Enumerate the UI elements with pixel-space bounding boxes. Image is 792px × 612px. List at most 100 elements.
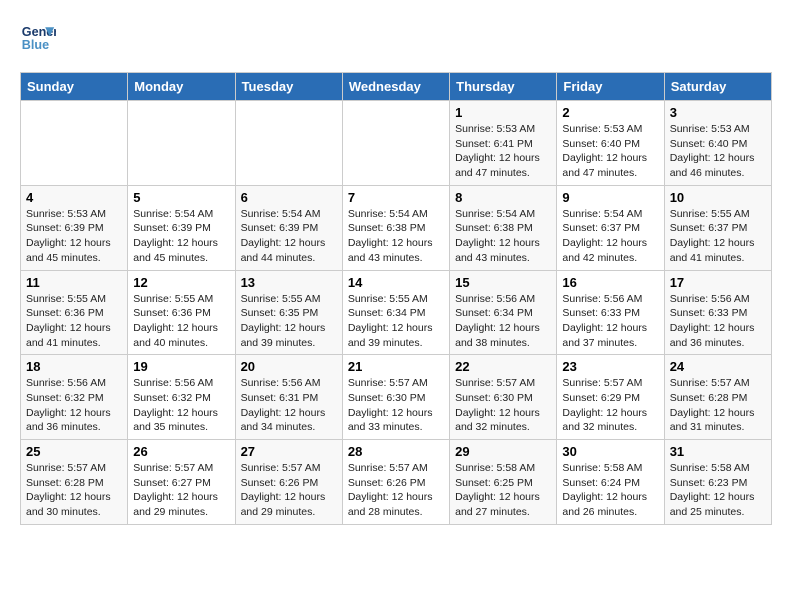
- day-info: Sunrise: 5:56 AM Sunset: 6:33 PM Dayligh…: [670, 292, 766, 351]
- day-number: 25: [26, 444, 122, 459]
- day-number: 6: [241, 190, 337, 205]
- day-info: Sunrise: 5:57 AM Sunset: 6:30 PM Dayligh…: [455, 376, 551, 435]
- calendar-cell: 13 Sunrise: 5:55 AM Sunset: 6:35 PM Dayli…: [235, 270, 342, 355]
- day-number: 27: [241, 444, 337, 459]
- calendar-cell: 7Sunrise: 5:54 AM Sunset: 6:38 PM Daylig…: [342, 185, 449, 270]
- calendar-cell: 5 Sunrise: 5:54 AM Sunset: 6:39 PM Daylig…: [128, 185, 235, 270]
- day-info: Sunrise: 5:55 AM Sunset: 6:36 PM Dayligh…: [26, 292, 122, 351]
- calendar-cell: 20Sunrise: 5:56 AM Sunset: 6:31 PM Dayli…: [235, 355, 342, 440]
- day-number: 22: [455, 359, 551, 374]
- day-number: 12: [133, 275, 229, 290]
- col-header-friday: Friday: [557, 73, 664, 101]
- day-number: 3: [670, 105, 766, 120]
- day-info: Sunrise: 5:57 AM Sunset: 6:28 PM Dayligh…: [26, 461, 122, 520]
- calendar-cell: 30 Sunrise: 5:58 AM Sunset: 6:24 PM Dayli…: [557, 440, 664, 525]
- page: General Blue SundayMondayTuesdayWednesda…: [0, 0, 792, 535]
- week-row-2: 11 Sunrise: 5:55 AM Sunset: 6:36 PM Dayli…: [21, 270, 772, 355]
- day-number: 16: [562, 275, 658, 290]
- calendar-cell: 25 Sunrise: 5:57 AM Sunset: 6:28 PM Dayli…: [21, 440, 128, 525]
- day-number: 7: [348, 190, 444, 205]
- header: General Blue: [20, 20, 772, 56]
- day-number: 10: [670, 190, 766, 205]
- week-row-1: 4Sunrise: 5:53 AM Sunset: 6:39 PM Daylig…: [21, 185, 772, 270]
- day-number: 13: [241, 275, 337, 290]
- day-info: Sunrise: 5:57 AM Sunset: 6:30 PM Dayligh…: [348, 376, 444, 435]
- day-number: 8: [455, 190, 551, 205]
- day-info: Sunrise: 5:57 AM Sunset: 6:26 PM Dayligh…: [241, 461, 337, 520]
- calendar-cell: 24 Sunrise: 5:57 AM Sunset: 6:28 PM Dayli…: [664, 355, 771, 440]
- calendar-cell: 6 Sunrise: 5:54 AM Sunset: 6:39 PM Daylig…: [235, 185, 342, 270]
- day-info: Sunrise: 5:56 AM Sunset: 6:32 PM Dayligh…: [133, 376, 229, 435]
- day-info: Sunrise: 5:58 AM Sunset: 6:24 PM Dayligh…: [562, 461, 658, 520]
- calendar-cell: 18 Sunrise: 5:56 AM Sunset: 6:32 PM Dayli…: [21, 355, 128, 440]
- calendar-cell: 28 Sunrise: 5:57 AM Sunset: 6:26 PM Dayli…: [342, 440, 449, 525]
- day-number: 28: [348, 444, 444, 459]
- calendar-cell: 26 Sunrise: 5:57 AM Sunset: 6:27 PM Dayli…: [128, 440, 235, 525]
- calendar-table: SundayMondayTuesdayWednesdayThursdayFrid…: [20, 72, 772, 525]
- day-info: Sunrise: 5:56 AM Sunset: 6:32 PM Dayligh…: [26, 376, 122, 435]
- day-number: 30: [562, 444, 658, 459]
- calendar-cell: 12 Sunrise: 5:55 AM Sunset: 6:36 PM Dayli…: [128, 270, 235, 355]
- day-number: 18: [26, 359, 122, 374]
- day-number: 11: [26, 275, 122, 290]
- day-info: Sunrise: 5:53 AM Sunset: 6:41 PM Dayligh…: [455, 122, 551, 181]
- calendar-cell: 29 Sunrise: 5:58 AM Sunset: 6:25 PM Dayli…: [450, 440, 557, 525]
- col-header-wednesday: Wednesday: [342, 73, 449, 101]
- calendar-cell: [21, 101, 128, 186]
- day-number: 14: [348, 275, 444, 290]
- day-info: Sunrise: 5:53 AM Sunset: 6:40 PM Dayligh…: [670, 122, 766, 181]
- day-number: 9: [562, 190, 658, 205]
- calendar-cell: 4Sunrise: 5:53 AM Sunset: 6:39 PM Daylig…: [21, 185, 128, 270]
- calendar-cell: [128, 101, 235, 186]
- day-number: 24: [670, 359, 766, 374]
- calendar-cell: 14 Sunrise: 5:55 AM Sunset: 6:34 PM Dayli…: [342, 270, 449, 355]
- col-header-tuesday: Tuesday: [235, 73, 342, 101]
- week-row-3: 18 Sunrise: 5:56 AM Sunset: 6:32 PM Dayli…: [21, 355, 772, 440]
- day-number: 29: [455, 444, 551, 459]
- day-info: Sunrise: 5:55 AM Sunset: 6:34 PM Dayligh…: [348, 292, 444, 351]
- day-number: 15: [455, 275, 551, 290]
- week-row-4: 25 Sunrise: 5:57 AM Sunset: 6:28 PM Dayli…: [21, 440, 772, 525]
- calendar-cell: [342, 101, 449, 186]
- day-info: Sunrise: 5:56 AM Sunset: 6:33 PM Dayligh…: [562, 292, 658, 351]
- col-header-thursday: Thursday: [450, 73, 557, 101]
- calendar-cell: 16 Sunrise: 5:56 AM Sunset: 6:33 PM Dayli…: [557, 270, 664, 355]
- logo: General Blue: [20, 20, 62, 56]
- day-number: 17: [670, 275, 766, 290]
- day-info: Sunrise: 5:53 AM Sunset: 6:39 PM Dayligh…: [26, 207, 122, 266]
- day-number: 26: [133, 444, 229, 459]
- day-info: Sunrise: 5:54 AM Sunset: 6:39 PM Dayligh…: [241, 207, 337, 266]
- day-number: 21: [348, 359, 444, 374]
- day-info: Sunrise: 5:57 AM Sunset: 6:27 PM Dayligh…: [133, 461, 229, 520]
- calendar-cell: 17 Sunrise: 5:56 AM Sunset: 6:33 PM Dayli…: [664, 270, 771, 355]
- col-header-sunday: Sunday: [21, 73, 128, 101]
- day-info: Sunrise: 5:54 AM Sunset: 6:38 PM Dayligh…: [455, 207, 551, 266]
- day-number: 5: [133, 190, 229, 205]
- logo-icon: General Blue: [20, 20, 56, 56]
- day-info: Sunrise: 5:55 AM Sunset: 6:35 PM Dayligh…: [241, 292, 337, 351]
- calendar-cell: 15Sunrise: 5:56 AM Sunset: 6:34 PM Dayli…: [450, 270, 557, 355]
- calendar-cell: 1 Sunrise: 5:53 AM Sunset: 6:41 PM Daylig…: [450, 101, 557, 186]
- svg-text:Blue: Blue: [22, 38, 49, 52]
- day-info: Sunrise: 5:57 AM Sunset: 6:29 PM Dayligh…: [562, 376, 658, 435]
- day-number: 19: [133, 359, 229, 374]
- calendar-cell: 21 Sunrise: 5:57 AM Sunset: 6:30 PM Dayli…: [342, 355, 449, 440]
- calendar-cell: 11 Sunrise: 5:55 AM Sunset: 6:36 PM Dayli…: [21, 270, 128, 355]
- day-info: Sunrise: 5:54 AM Sunset: 6:37 PM Dayligh…: [562, 207, 658, 266]
- calendar-cell: 23Sunrise: 5:57 AM Sunset: 6:29 PM Dayli…: [557, 355, 664, 440]
- calendar-cell: 10 Sunrise: 5:55 AM Sunset: 6:37 PM Dayli…: [664, 185, 771, 270]
- day-info: Sunrise: 5:57 AM Sunset: 6:28 PM Dayligh…: [670, 376, 766, 435]
- col-header-saturday: Saturday: [664, 73, 771, 101]
- day-info: Sunrise: 5:58 AM Sunset: 6:25 PM Dayligh…: [455, 461, 551, 520]
- col-header-monday: Monday: [128, 73, 235, 101]
- week-row-0: 1 Sunrise: 5:53 AM Sunset: 6:41 PM Daylig…: [21, 101, 772, 186]
- calendar-cell: 2Sunrise: 5:53 AM Sunset: 6:40 PM Daylig…: [557, 101, 664, 186]
- day-info: Sunrise: 5:55 AM Sunset: 6:36 PM Dayligh…: [133, 292, 229, 351]
- calendar-cell: 8 Sunrise: 5:54 AM Sunset: 6:38 PM Daylig…: [450, 185, 557, 270]
- calendar-cell: 19 Sunrise: 5:56 AM Sunset: 6:32 PM Dayli…: [128, 355, 235, 440]
- calendar-cell: 9 Sunrise: 5:54 AM Sunset: 6:37 PM Daylig…: [557, 185, 664, 270]
- day-number: 1: [455, 105, 551, 120]
- day-info: Sunrise: 5:57 AM Sunset: 6:26 PM Dayligh…: [348, 461, 444, 520]
- day-info: Sunrise: 5:55 AM Sunset: 6:37 PM Dayligh…: [670, 207, 766, 266]
- day-info: Sunrise: 5:54 AM Sunset: 6:39 PM Dayligh…: [133, 207, 229, 266]
